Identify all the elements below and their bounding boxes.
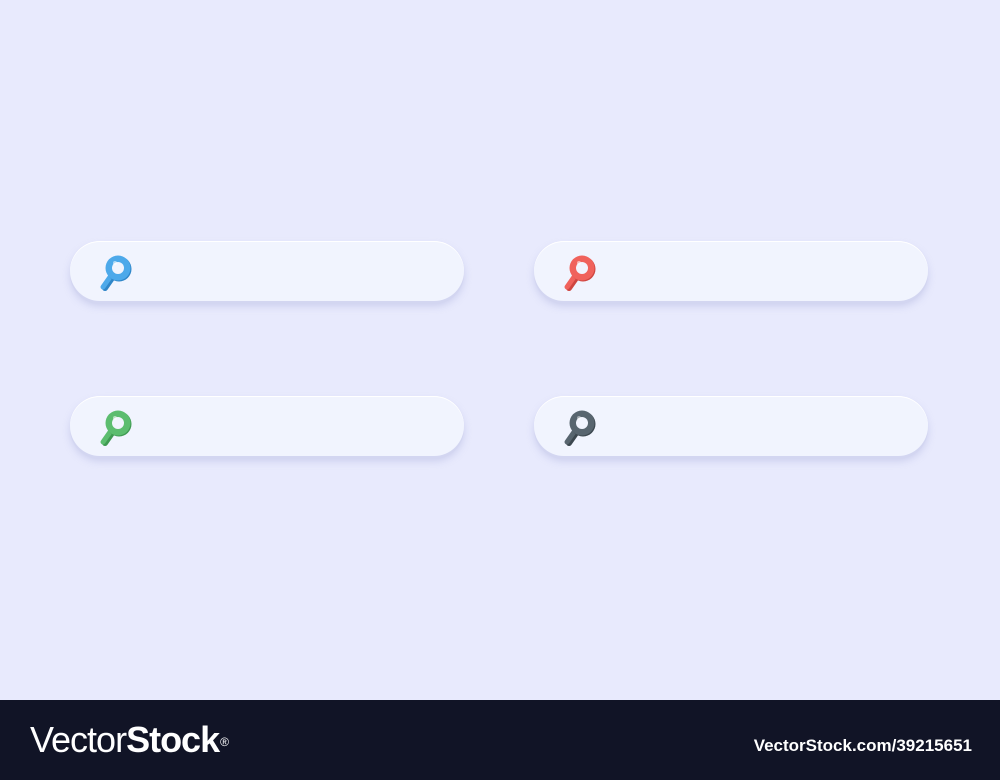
- canvas: [0, 0, 1000, 700]
- search-input[interactable]: [614, 253, 908, 291]
- search-input[interactable]: [614, 408, 908, 446]
- search-bar-red[interactable]: [534, 241, 928, 301]
- search-bar-blue[interactable]: [70, 241, 464, 301]
- asset-id: VectorStock.com/39215651: [753, 736, 972, 755]
- search-bar-green[interactable]: [70, 396, 464, 456]
- search-icon[interactable]: [560, 406, 602, 452]
- brand-bold-text: Stock: [126, 719, 220, 760]
- search-icon[interactable]: [560, 251, 602, 297]
- registered-mark: ®: [220, 735, 229, 749]
- search-input[interactable]: [150, 408, 444, 446]
- watermark-footer: VectorStock® VectorStock.com/39215651: [0, 700, 1000, 780]
- brand-logo: VectorStock®: [30, 719, 229, 760]
- search-bar-dark[interactable]: [534, 396, 928, 456]
- brand-light-text: Vector: [30, 719, 127, 760]
- search-input[interactable]: [150, 253, 444, 291]
- search-icon[interactable]: [96, 251, 138, 297]
- search-icon[interactable]: [96, 406, 138, 452]
